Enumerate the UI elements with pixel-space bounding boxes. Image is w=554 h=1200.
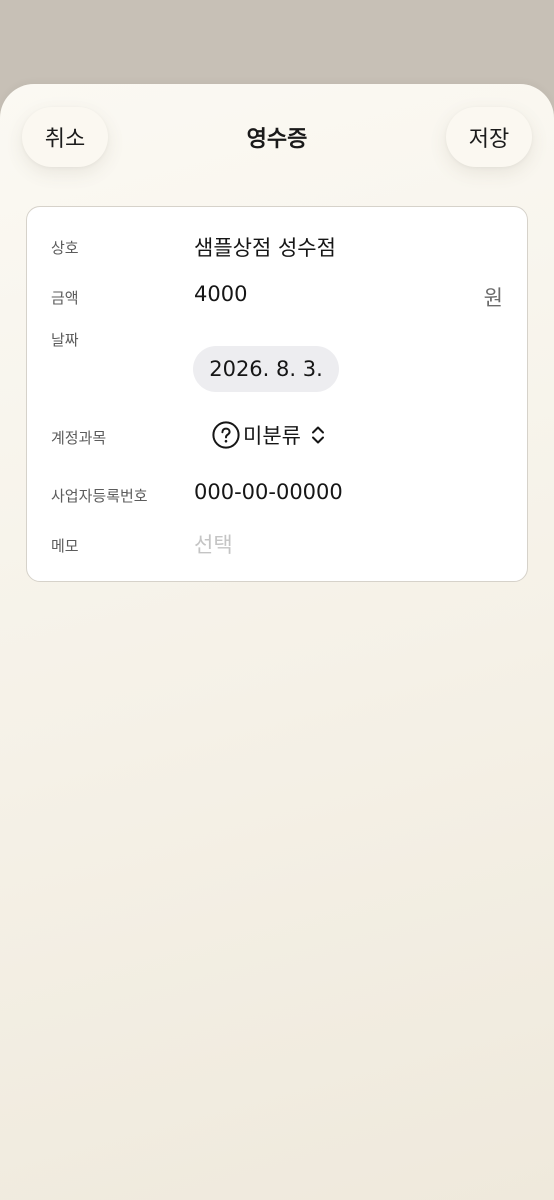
store-field[interactable]: 샘플상점 성수점: [194, 232, 336, 262]
page-title: 영수증: [246, 127, 308, 152]
question-circle-icon: [212, 421, 240, 449]
business-number-field[interactable]: 000-00-00000: [194, 480, 343, 504]
cancel-button[interactable]: 취소: [22, 107, 108, 167]
save-button[interactable]: 저장: [446, 107, 532, 167]
category-picker[interactable]: 미분류: [212, 419, 326, 451]
amount-label: 금액: [51, 289, 79, 307]
category-value: 미분류: [243, 424, 301, 448]
date-label: 날짜: [51, 331, 79, 349]
date-picker-button[interactable]: 2026. 8. 3.: [193, 346, 339, 392]
business-number-label: 사업자등록번호: [51, 487, 148, 505]
amount-field[interactable]: 4000: [194, 282, 247, 306]
receipt-sheet: 취소 영수증 저장 상호 샘플상점 성수점 금액 4000 원 날짜 2026.…: [0, 84, 554, 1200]
currency-unit: 원: [483, 286, 503, 310]
category-label: 계정과목: [51, 429, 107, 447]
chevron-up-down-icon: [311, 426, 324, 444]
memo-field[interactable]: 선택: [194, 529, 233, 559]
memo-label: 메모: [51, 537, 79, 555]
store-label: 상호: [51, 239, 79, 257]
receipt-form-card: 상호 샘플상점 성수점 금액 4000 원 날짜 2026. 8. 3. 계정과…: [26, 206, 528, 582]
